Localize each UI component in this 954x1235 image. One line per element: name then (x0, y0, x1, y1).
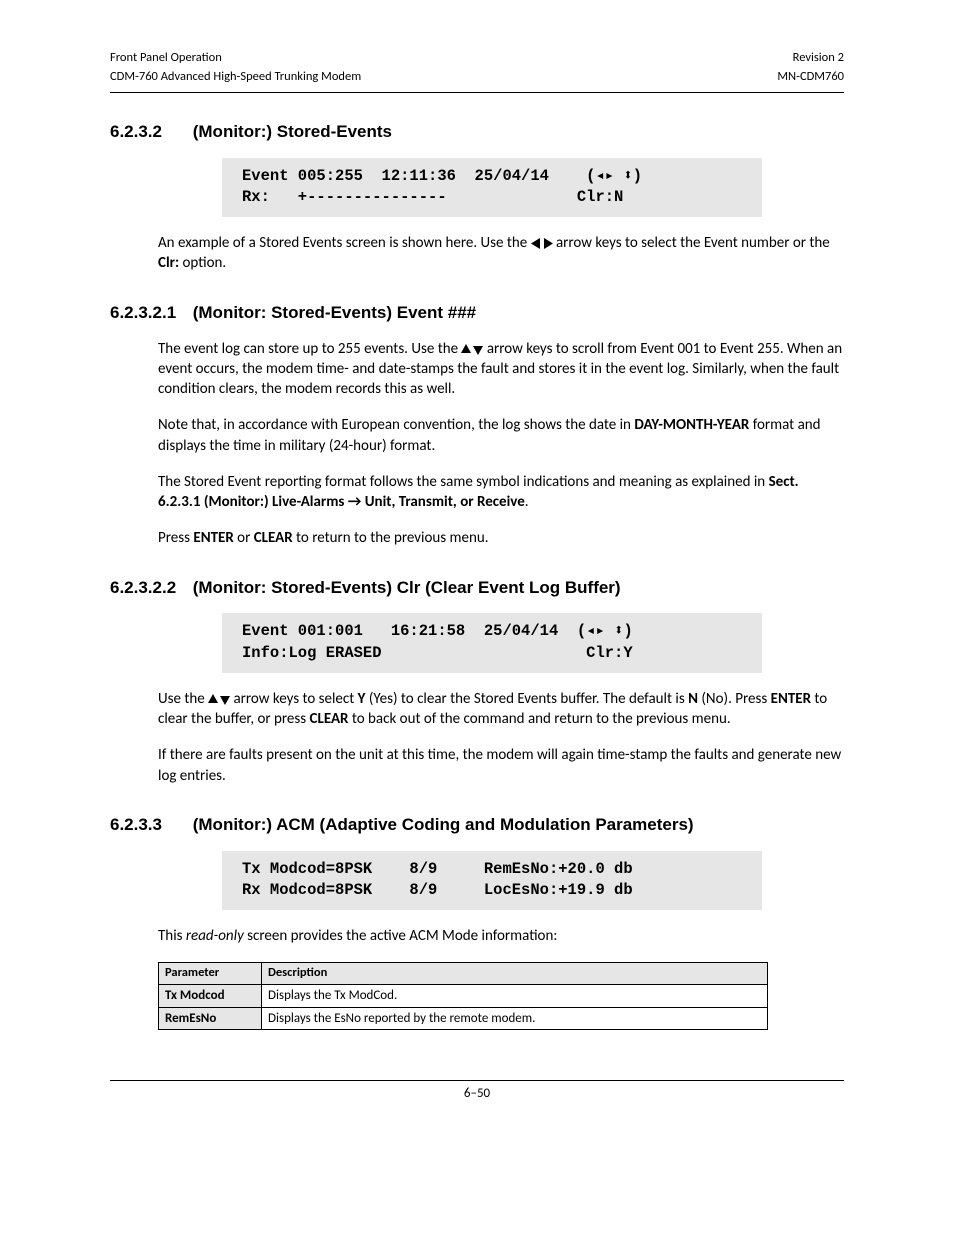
secnum: 6.2.3.2.2 (110, 577, 188, 600)
page-header: Front Panel Operation Revision 2 CDM-760… (110, 50, 844, 93)
text: to back out of the command and return to… (348, 710, 730, 728)
p-62321-2: Note that, in accordance with European c… (158, 415, 844, 456)
text: Press (158, 529, 193, 547)
header-right-2: MN-CDM760 (777, 69, 844, 86)
text: The event log can store up to 255 events… (158, 340, 461, 358)
bold: CLEAR (310, 710, 349, 728)
text: This (158, 927, 186, 945)
header-left-1: Front Panel Operation (110, 50, 222, 67)
text: Note that, in accordance with European c… (158, 416, 634, 434)
secnum: 6.2.3.2.1 (110, 302, 188, 325)
left-right-arrow-icon (531, 234, 553, 252)
text: option. (179, 254, 226, 272)
header-row-1: Front Panel Operation Revision 2 (110, 50, 844, 67)
td-desc: Displays the EsNo reported by the remote… (262, 1007, 768, 1030)
secnum: 6.2.3.3 (110, 814, 188, 837)
bold: DAY-MONTH-YEAR (634, 416, 749, 434)
heading-6-2-3-2-1: 6.2.3.2.1 (Monitor: Stored-Events) Event… (110, 302, 844, 325)
sectitle: (Monitor:) ACM (Adaptive Coding and Modu… (193, 815, 694, 834)
table-row: RemEsNo Displays the EsNo reported by th… (159, 1007, 768, 1030)
bold: N (688, 690, 698, 708)
bold: ENTER (771, 690, 811, 708)
p-6233-1: This read-only screen provides the activ… (158, 926, 844, 946)
text: arrow keys to select (230, 690, 358, 708)
sectitle: (Monitor: Stored-Events) Event ### (193, 303, 476, 322)
text: (No). Press (698, 690, 771, 708)
text: or (234, 529, 254, 547)
th-description: Description (262, 963, 768, 985)
clr-label: Clr: (158, 254, 179, 272)
header-row-2: CDM-760 Advanced High-Speed Trunking Mod… (110, 69, 844, 86)
table-row: Tx Modcod Displays the Tx ModCod. (159, 985, 768, 1008)
text: . (525, 493, 529, 511)
text: arrow keys to select the Event number or… (553, 234, 830, 252)
lcd-stored-events: Event 005:255 12:11:36 25/04/14 (◂▸ ⬍) R… (222, 158, 762, 217)
text: screen provides the active ACM Mode info… (244, 927, 558, 945)
header-left-2: CDM-760 Advanced High-Speed Trunking Mod… (110, 69, 361, 86)
acm-param-table: Parameter Description Tx Modcod Displays… (158, 962, 768, 1030)
sectitle: (Monitor: Stored-Events) Clr (Clear Even… (193, 578, 621, 597)
td-param: Tx Modcod (159, 985, 262, 1008)
header-right-1: Revision 2 (793, 50, 844, 67)
td-param: RemEsNo (159, 1007, 262, 1030)
up-down-arrow-icon (208, 690, 230, 708)
secnum: 6.2.3.2 (110, 121, 188, 144)
heading-6-2-3-2-2: 6.2.3.2.2 (Monitor: Stored-Events) Clr (… (110, 577, 844, 600)
p-6232-1: An example of a Stored Events screen is … (158, 233, 844, 274)
up-down-arrow-icon (461, 340, 483, 358)
p-62322-2: If there are faults present on the unit … (158, 745, 844, 786)
italic: read-only (186, 927, 244, 945)
text: An example of a Stored Events screen is … (158, 234, 531, 252)
lcd-acm: Tx Modcod=8PSK 8/9 RemEsNo:+20.0 db Rx M… (222, 851, 762, 910)
text: Use the (158, 690, 208, 708)
bold: CLEAR (254, 529, 293, 547)
text: to return to the previous menu. (293, 529, 489, 547)
text: (Yes) to clear the Stored Events buffer.… (365, 690, 688, 708)
text: The Stored Event reporting format follow… (158, 473, 769, 491)
th-parameter: Parameter (159, 963, 262, 985)
lcd-clear-log: Event 001:001 16:21:58 25/04/14 (◂▸ ⬍) I… (222, 613, 762, 672)
p-62321-1: The event log can store up to 255 events… (158, 339, 844, 400)
sectitle: (Monitor:) Stored-Events (193, 122, 392, 141)
heading-6-2-3-3: 6.2.3.3 (Monitor:) ACM (Adaptive Coding … (110, 814, 844, 837)
table-header-row: Parameter Description (159, 963, 768, 985)
p-62322-1: Use the arrow keys to select Y (Yes) to … (158, 689, 844, 730)
p-62321-3: The Stored Event reporting format follow… (158, 472, 844, 513)
p-62321-4: Press ENTER or CLEAR to return to the pr… (158, 528, 844, 548)
bold: ENTER (193, 529, 233, 547)
heading-6-2-3-2: 6.2.3.2 (Monitor:) Stored-Events (110, 121, 844, 144)
page-footer: 6–50 (110, 1080, 844, 1103)
td-desc: Displays the Tx ModCod. (262, 985, 768, 1008)
